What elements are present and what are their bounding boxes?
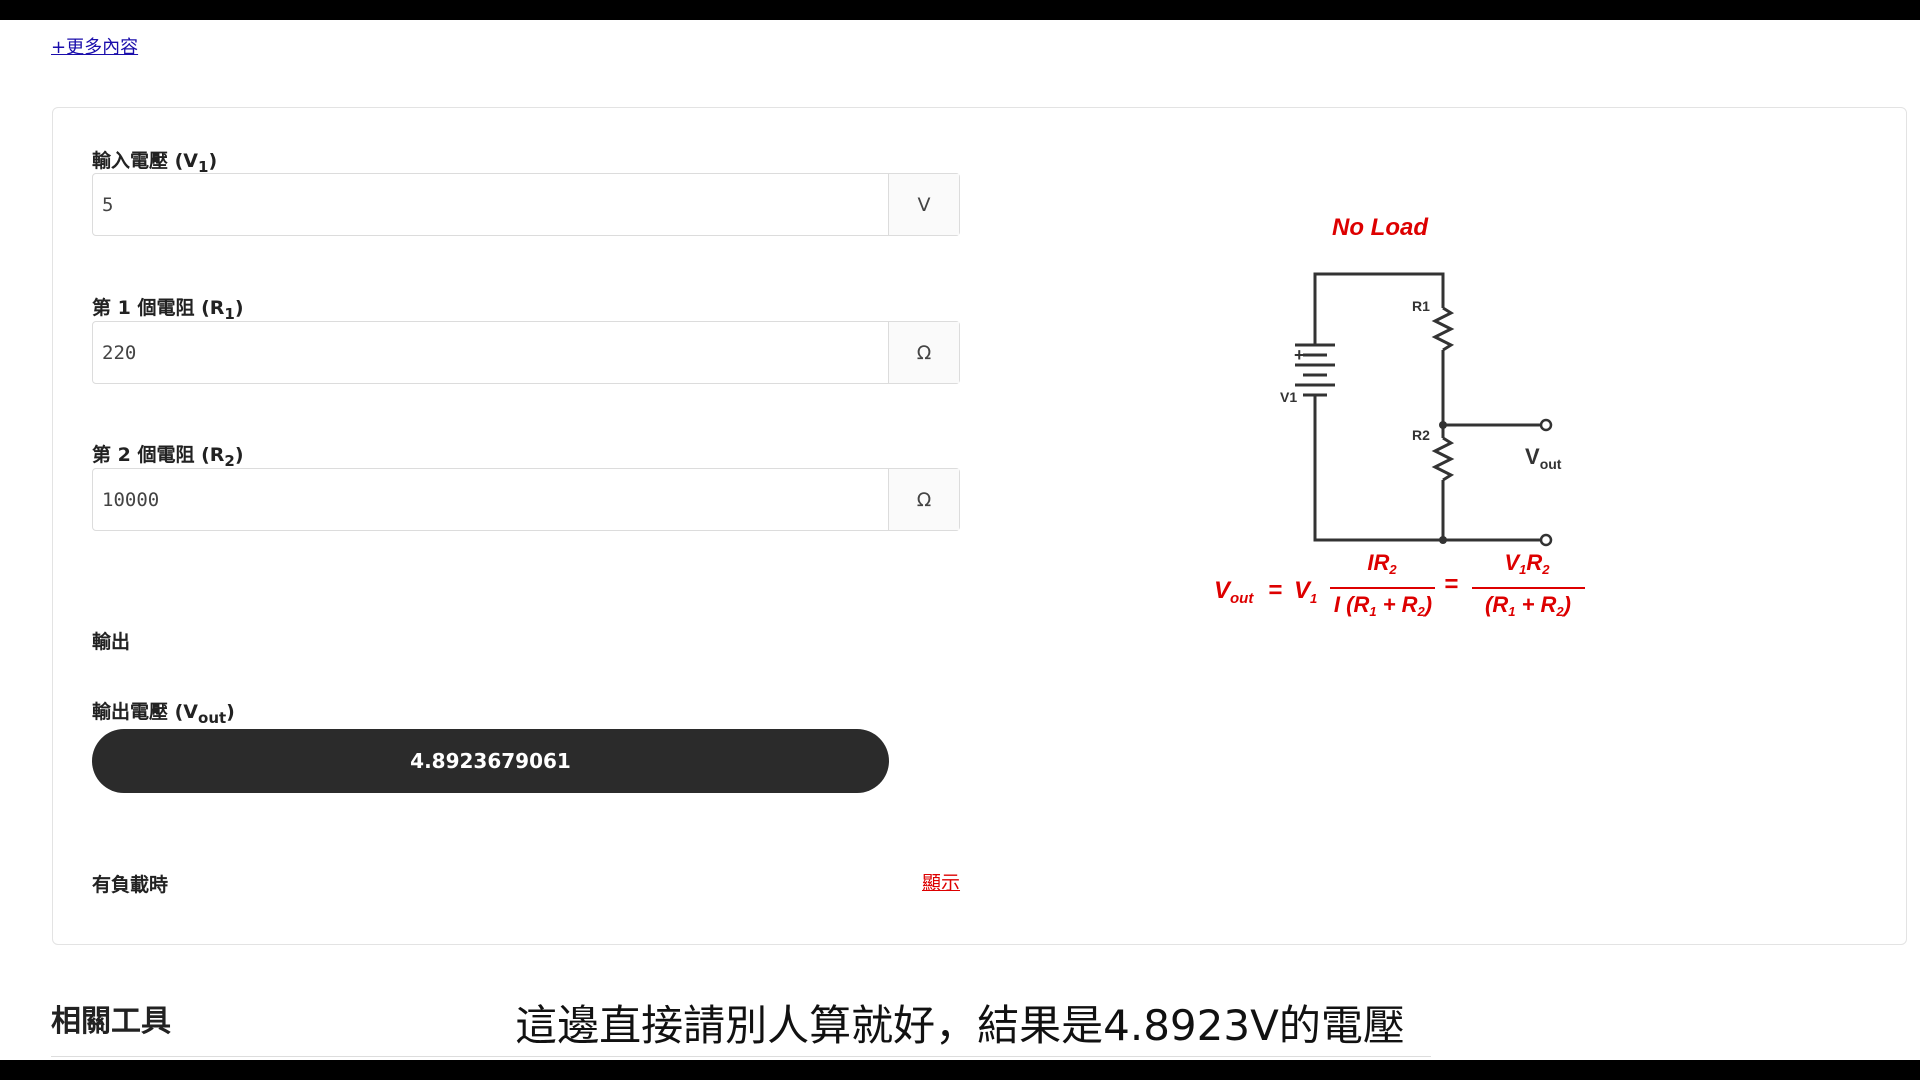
video-subtitle: 這邊直接請別人算就好，結果是4.8923V的電壓 bbox=[515, 1001, 1405, 1050]
r2-input-group: Ω bbox=[92, 468, 960, 531]
v1-input-group: V bbox=[92, 173, 960, 236]
voltage-divider-diagram: No Load R1 R2 V1 + Vout Vout = V1 IR2 I … bbox=[1214, 214, 1585, 619]
formula-num2-b: R bbox=[1526, 550, 1542, 575]
formula-num1-main: IR bbox=[1367, 550, 1389, 575]
formula-den2: (R1 + R2) bbox=[1485, 592, 1571, 619]
r1-resistor bbox=[1431, 306, 1455, 352]
vout-label: 輸出電壓 (Vout) bbox=[92, 697, 235, 727]
vout-diagram-sub: out bbox=[1540, 456, 1562, 472]
v1-label: 輸入電壓 (V1) bbox=[92, 146, 217, 176]
formula-eq2: = bbox=[1444, 571, 1458, 598]
formula-den1-s1: 1 bbox=[1369, 604, 1376, 619]
vout-label-sub: out bbox=[198, 708, 227, 727]
formula-num2-a-sub: 1 bbox=[1519, 562, 1526, 577]
r1-label: 第 1 個電阻 (R1) bbox=[92, 293, 244, 323]
r2-label-diagram: R2 bbox=[1412, 427, 1430, 443]
vout-label-end: ) bbox=[226, 701, 235, 723]
r1-label-end: ) bbox=[234, 297, 244, 319]
vout-result: 4.8923679061 bbox=[92, 729, 889, 793]
r2-resistor bbox=[1431, 436, 1455, 482]
with-load-label: 有負載時 bbox=[92, 874, 169, 896]
formula-num1: IR2 bbox=[1367, 550, 1397, 577]
show-load-link[interactable]: 顯示 bbox=[922, 868, 960, 895]
r1-label-diagram: R1 bbox=[1412, 298, 1430, 314]
r2-label-end: ) bbox=[234, 444, 244, 466]
diagram-title: No Load bbox=[1332, 214, 1429, 241]
formula-den2-mid: + R bbox=[1515, 592, 1556, 617]
formula-den1-mid: + R bbox=[1377, 592, 1418, 617]
vout-label-diagram: Vout bbox=[1525, 444, 1562, 472]
output-section-title: 輸出 bbox=[92, 631, 131, 653]
junction-dot-bottom bbox=[1439, 536, 1447, 544]
formula-den2-s1: 1 bbox=[1508, 604, 1515, 619]
r1-label-text: 第 1 個電阻 (R bbox=[92, 297, 225, 319]
v1-unit: V bbox=[888, 174, 959, 235]
top-letterbox bbox=[0, 0, 1920, 20]
vout-terminal-top bbox=[1539, 418, 1553, 432]
formula-lhs-sub: out bbox=[1230, 590, 1254, 607]
related-divider bbox=[51, 1056, 1431, 1057]
formula-lhs: Vout bbox=[1214, 577, 1254, 607]
formula-num2-b-sub: 2 bbox=[1541, 562, 1550, 577]
formula-v1: V1 bbox=[1294, 577, 1317, 606]
vout-label-text: 輸出電壓 (V bbox=[92, 701, 199, 723]
formula-den1: I (R1 + R2) bbox=[1334, 592, 1432, 619]
v1-input[interactable] bbox=[93, 174, 888, 235]
r2-label: 第 2 個電阻 (R2) bbox=[92, 440, 244, 470]
formula-num1-sub: 2 bbox=[1388, 562, 1397, 577]
r1-input-group: Ω bbox=[92, 321, 960, 384]
plus-sign: + bbox=[1294, 345, 1305, 365]
formula-eq1: = bbox=[1268, 577, 1282, 604]
formula-den1-a: I (R bbox=[1334, 592, 1370, 617]
v1-label-end: ) bbox=[208, 150, 218, 172]
r1-unit: Ω bbox=[888, 322, 959, 383]
more-content-link[interactable]: +更多內容 bbox=[51, 33, 138, 59]
r2-label-text: 第 2 個電阻 (R bbox=[92, 444, 225, 466]
formula-v1-sub: 1 bbox=[1310, 591, 1317, 606]
r2-unit: Ω bbox=[888, 469, 959, 530]
vout-diagram-main: V bbox=[1525, 444, 1540, 469]
formula-den2-end: ) bbox=[1562, 592, 1571, 617]
vout-terminal-bottom bbox=[1539, 533, 1553, 547]
divider-formula: Vout = V1 IR2 I (R1 + R2) = V1R2 (R1 + R… bbox=[1214, 550, 1585, 619]
r2-input[interactable] bbox=[93, 469, 888, 530]
v1-label-diagram: V1 bbox=[1280, 389, 1297, 405]
r1-input[interactable] bbox=[93, 322, 888, 383]
formula-num2: V1R2 bbox=[1504, 550, 1550, 577]
bottom-letterbox bbox=[0, 1060, 1920, 1080]
v1-label-text: 輸入電壓 (V bbox=[92, 150, 199, 172]
formula-den1-end: ) bbox=[1423, 592, 1432, 617]
page: +更多內容 輸入電壓 (V1) V 第 1 個電阻 (R1) Ω 第 2 個電阻… bbox=[0, 20, 1920, 1060]
formula-den2-a: (R bbox=[1485, 592, 1508, 617]
junction-dot bbox=[1439, 421, 1447, 429]
